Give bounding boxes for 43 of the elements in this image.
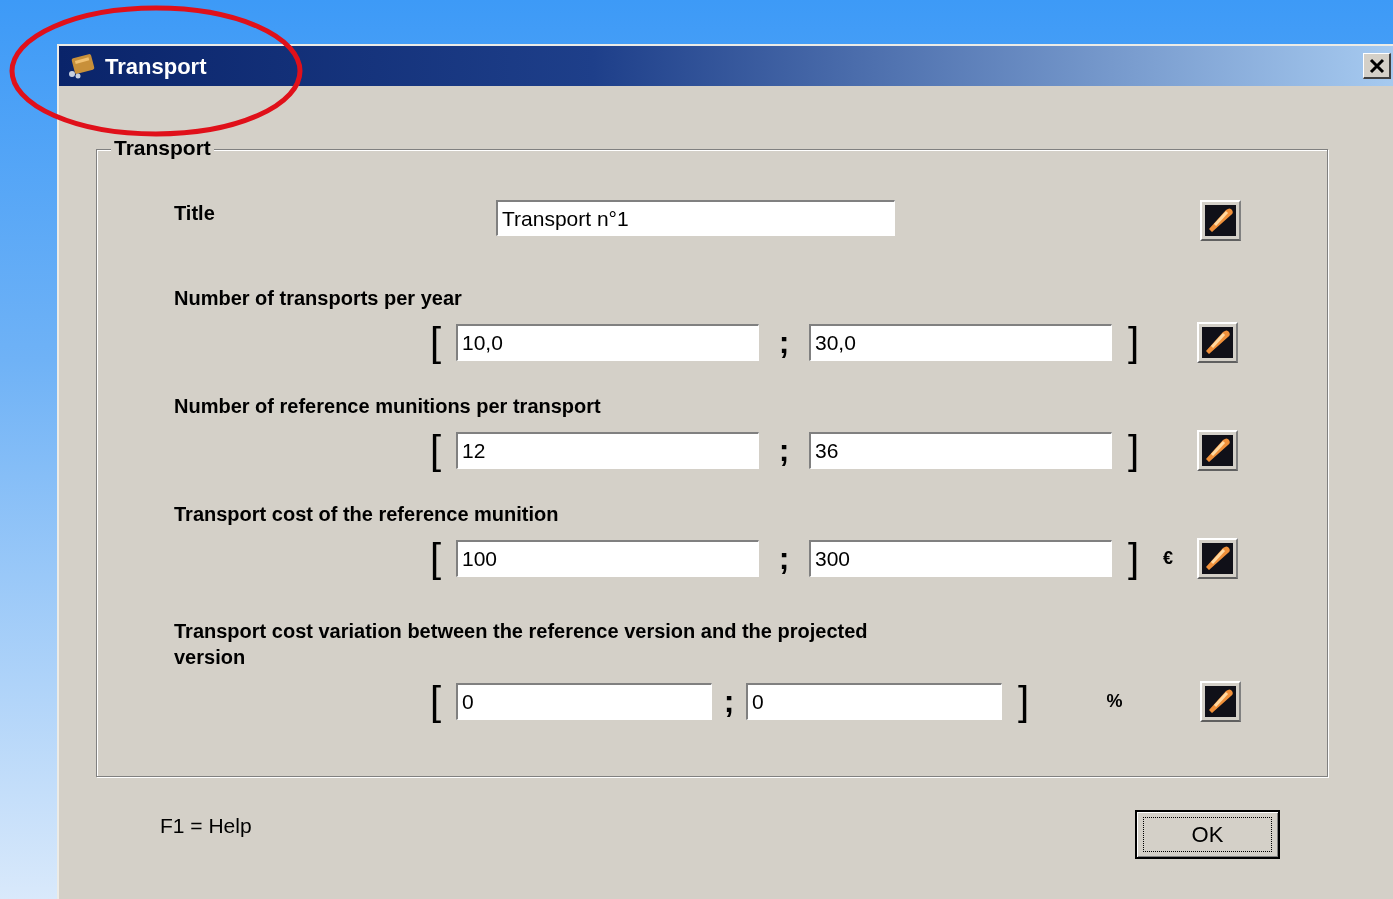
field-label: Number of reference munitions per transport [174,394,602,419]
separator: ; [778,539,790,578]
bracket: [ [430,320,443,364]
bracket: ] [1128,320,1140,364]
min-field[interactable]: 12 [456,431,759,469]
unit-label: € [1163,546,1174,570]
max-field[interactable]: 30,0 [809,323,1112,361]
pencil-icon [1202,434,1234,466]
help-hint: F1 = Help [160,813,252,839]
pencil-icon [1202,326,1234,358]
separator: ; [723,682,735,721]
field-label: Transport cost variation between the reference version and the projected version [174,619,869,670]
separator: ; [778,431,790,470]
close-icon [1368,57,1385,74]
bracket: [ [430,428,443,472]
field-label: Transport cost of the reference munition [174,502,560,527]
bracket: ] [1128,428,1140,472]
edit-button[interactable] [1200,200,1241,241]
edit-button[interactable] [1197,537,1239,579]
unit-label: % [1106,689,1123,713]
pencil-icon [1202,542,1234,574]
window-title: Transport [105,52,207,81]
ok-button[interactable]: OK [1135,810,1280,859]
bracket: ] [1018,679,1030,723]
title-field[interactable]: Transport n°1 [496,200,895,236]
bracket: ] [1128,536,1140,580]
pencil-icon [1205,685,1237,717]
field-label: Number of transports per year [174,286,463,311]
min-field[interactable]: 100 [456,539,759,577]
close-button[interactable] [1363,53,1391,79]
edit-button[interactable] [1197,429,1239,471]
field-label: Title [174,201,216,226]
edit-button[interactable] [1200,680,1242,722]
bracket: [ [430,536,443,580]
edit-button[interactable] [1197,321,1239,363]
max-field[interactable]: 0 [746,682,1002,720]
bracket: [ [430,679,443,723]
min-field[interactable]: 0 [456,682,712,720]
max-field[interactable]: 300 [809,539,1112,577]
max-field[interactable]: 36 [809,431,1112,469]
min-field[interactable]: 10,0 [456,323,759,361]
separator: ; [778,323,790,362]
pencil-icon [1205,205,1236,236]
